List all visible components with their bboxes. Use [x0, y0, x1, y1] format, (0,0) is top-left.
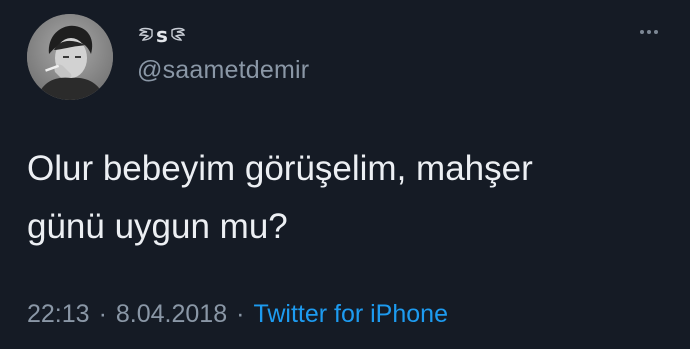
display-name-text: s [156, 23, 168, 47]
more-options-icon-dot [647, 30, 651, 34]
tweet-date[interactable]: 8.04.2018 [116, 300, 227, 329]
display-name[interactable]: s [138, 20, 186, 50]
more-options-icon-dot [640, 30, 644, 34]
tweet: s @saametdemir Olur bebeyim görüşelim, m… [0, 0, 690, 349]
user-handle[interactable]: @saametdemir [137, 56, 309, 85]
more-options-icon-dot [654, 30, 658, 34]
separator-dot: · [236, 300, 245, 328]
separator-dot: · [98, 300, 107, 328]
profile-photo-icon [27, 14, 113, 100]
tweet-text-line: Olur bebeyim görüşelim, mahşer [27, 149, 533, 188]
tweet-time[interactable]: 22:13 [27, 300, 90, 329]
tweet-text-line: günü uygun mu? [27, 207, 288, 246]
tweet-meta: 22:13 · 8.04.2018 · Twitter for iPhone [27, 300, 448, 329]
avatar[interactable] [27, 14, 113, 100]
angel-wings-icon-left [138, 27, 153, 41]
tweet-source-link[interactable]: Twitter for iPhone [253, 300, 448, 329]
angel-wings-icon-right [171, 27, 186, 41]
more-options-button[interactable] [634, 20, 664, 44]
tweet-text: Olur bebeyim görüşelim, mahşer günü uygu… [27, 140, 647, 256]
